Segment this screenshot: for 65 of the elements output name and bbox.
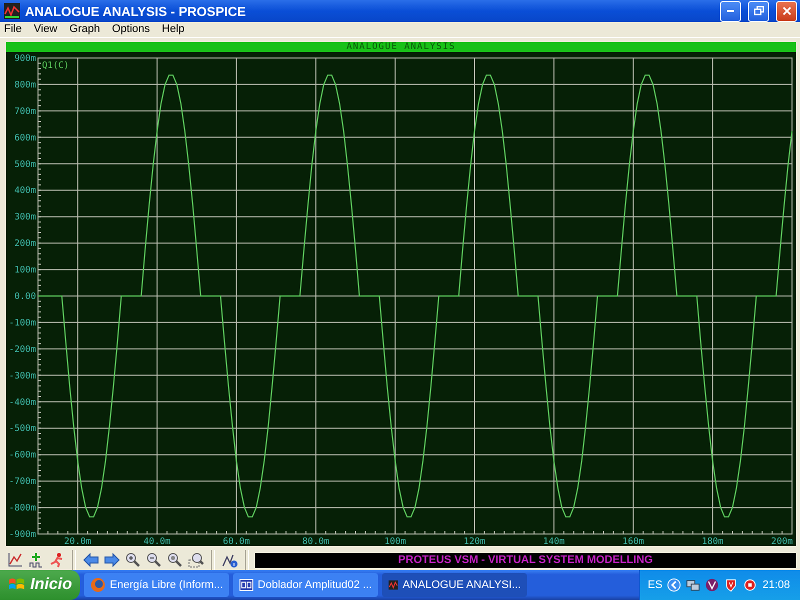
x-tick-label: 160m: [622, 537, 644, 546]
y-tick-label: -700m: [8, 477, 36, 488]
back-arrow-icon[interactable]: [83, 552, 99, 568]
y-tick-label: 900m: [14, 54, 36, 64]
y-tick-label: 0.00: [14, 292, 36, 302]
y-tick-label: 600m: [14, 133, 36, 144]
y-tick-label: -900m: [8, 530, 36, 540]
x-tick-label: 120m: [464, 537, 486, 546]
minimize-button[interactable]: [720, 0, 741, 22]
shield-icon[interactable]: [724, 578, 738, 592]
x-tick-label: 60.0m: [222, 537, 250, 546]
clock: 21:08: [762, 579, 790, 591]
menu-item[interactable]: Options: [112, 23, 150, 37]
browser-icon: [90, 577, 106, 593]
taskbar-button[interactable]: Energía Libre (Inform...: [84, 573, 229, 597]
zoom-area-icon[interactable]: [188, 552, 204, 568]
restore-icon: [752, 4, 766, 18]
alert-badge-icon[interactable]: [743, 578, 758, 592]
network-icon[interactable]: [686, 578, 700, 592]
runner-icon[interactable]: [49, 552, 65, 568]
y-tick-label: 400m: [14, 186, 36, 196]
restore-button[interactable]: [748, 0, 769, 22]
y-tick-label: -100m: [8, 318, 36, 328]
graph-icon[interactable]: [7, 552, 23, 568]
x-tick-label: 100m: [384, 537, 406, 546]
y-tick-label: 200m: [14, 239, 36, 250]
x-tick-label: 20.0m: [64, 537, 92, 546]
close-button[interactable]: [776, 0, 797, 22]
minimize-icon: [727, 10, 734, 12]
status-bar: PROTEUS VSM - VIRTUAL SYSTEM MODELLING: [255, 552, 796, 568]
trace-label: Q1(C): [42, 61, 70, 71]
zoom-out-icon[interactable]: [146, 552, 162, 568]
forward-arrow-icon[interactable]: [104, 552, 120, 568]
y-tick-label: -300m: [8, 371, 36, 382]
y-tick-label: -800m: [8, 504, 36, 514]
x-tick-label: 200m: [771, 537, 793, 546]
menu-item[interactable]: File: [4, 23, 22, 37]
y-tick-label: 100m: [14, 266, 36, 276]
add-trace-icon[interactable]: [28, 552, 44, 568]
chevron-icon[interactable]: [667, 578, 682, 592]
x-tick-label: 80.0m: [302, 537, 330, 546]
round-badge-icon[interactable]: [705, 578, 720, 592]
app-icon: [4, 3, 20, 19]
y-tick-label: 500m: [14, 160, 36, 170]
y-tick-label: -200m: [8, 344, 36, 355]
zoom-in-icon[interactable]: [125, 552, 141, 568]
schematic-icon: [239, 577, 254, 593]
graph-info-icon[interactable]: [222, 552, 238, 568]
y-tick-label: -500m: [8, 424, 36, 434]
chart-title: ANALOGUE ANALYSIS: [6, 42, 796, 52]
x-tick-label: 180m: [702, 537, 724, 546]
window-title: ANALOGUE ANALYSIS - PROSPICE: [25, 4, 247, 18]
y-tick-label: -600m: [8, 450, 36, 461]
y-tick-label: 300m: [14, 212, 36, 223]
x-tick-label: 40.0m: [144, 537, 171, 546]
zoom-all-icon[interactable]: [167, 552, 183, 568]
taskbar-button[interactable]: Doblador Amplitud02 ...: [233, 573, 378, 597]
menu-item[interactable]: View: [34, 23, 58, 37]
y-tick-label: -400m: [8, 398, 36, 408]
x-tick-label: 140m: [543, 537, 565, 546]
menu-item[interactable]: Help: [162, 23, 185, 37]
menu-item[interactable]: Graph: [69, 23, 100, 37]
y-tick-label: 700m: [14, 106, 36, 117]
taskbar-button[interactable]: ANALOGUE ANALYSI...: [382, 573, 527, 597]
y-tick-label: 800m: [14, 80, 36, 90]
